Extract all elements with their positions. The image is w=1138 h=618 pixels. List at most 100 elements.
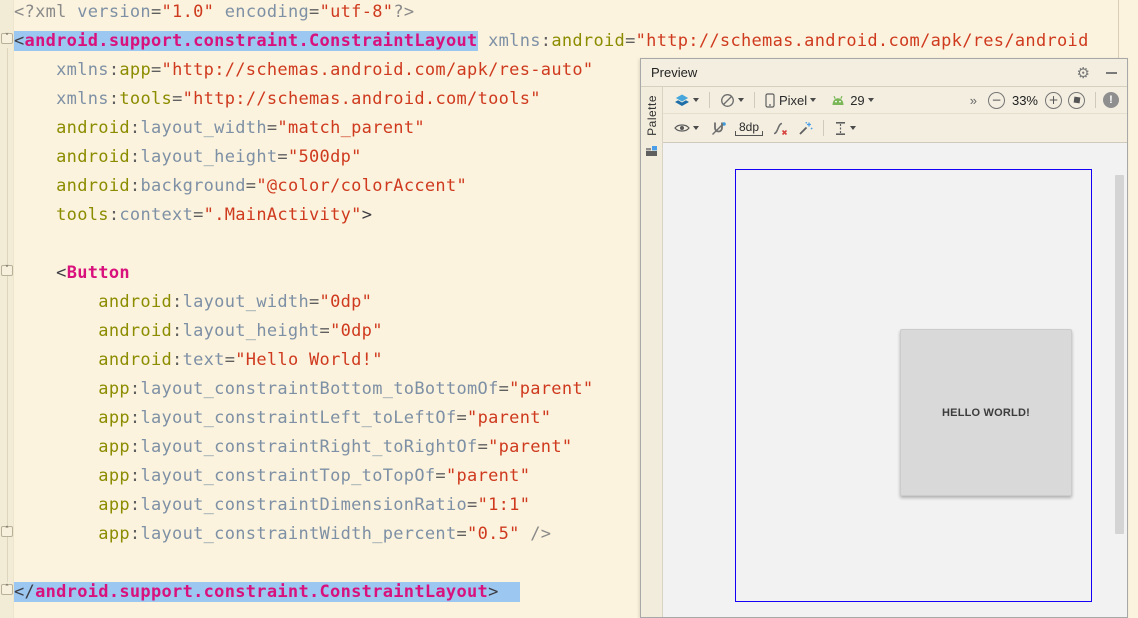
autoconnect-toggle[interactable] — [708, 119, 729, 138]
code-token: version — [77, 2, 151, 22]
code-token: : — [172, 292, 183, 312]
fold-end-icon[interactable]: ˄ — [1, 526, 13, 537]
fold-start-icon[interactable]: ˅ — [1, 33, 13, 44]
code-line[interactable]: <?xml version="1.0" encoding="utf-8"?> — [14, 0, 1138, 27]
preview-canvas[interactable]: HELLO WORLD! — [663, 143, 1127, 617]
code-token: : — [108, 205, 120, 225]
overflow-chevrons-icon[interactable]: » — [970, 93, 977, 108]
code-token: : — [172, 350, 183, 370]
code-token: "0.5" — [467, 524, 520, 544]
editor-gutter[interactable]: ˅ ˅ ˄ ˄ — [0, 0, 14, 618]
design-surface-button[interactable] — [671, 91, 702, 109]
distribute-button[interactable] — [831, 119, 859, 138]
code-token: : — [129, 118, 141, 138]
preview-panel: Preview ⚙ Palette Pixel 29 » − 33% + ! 8… — [640, 58, 1128, 618]
code-token: xmlns — [56, 89, 109, 109]
code-line[interactable]: <android.support.constraint.ConstraintLa… — [14, 27, 1138, 56]
orientation-button[interactable] — [717, 91, 747, 110]
code-token — [498, 582, 520, 602]
fold-line — [7, 48, 8, 582]
phone-device-icon — [765, 92, 775, 108]
code-token: > — [361, 205, 373, 225]
api-level-selector-button[interactable]: 29 — [827, 91, 876, 110]
code-token: = — [309, 2, 320, 22]
panel-title: Preview — [651, 65, 698, 80]
code-token: xmlns — [56, 60, 109, 80]
code-token: android — [98, 292, 173, 312]
zoom-level-label: 33% — [1011, 92, 1038, 108]
code-token: tools — [119, 89, 173, 109]
code-token: layout_width — [140, 118, 267, 138]
distribute-vertical-icon — [836, 121, 846, 135]
code-token: = — [467, 495, 478, 515]
view-options-eye-icon — [674, 124, 690, 132]
code-token: = — [477, 437, 489, 457]
view-options-button[interactable] — [671, 120, 702, 136]
code-token: : — [129, 495, 141, 515]
chevron-down-icon — [850, 126, 857, 130]
zoom-to-fit-button[interactable] — [1068, 91, 1085, 109]
code-token: layout_width — [182, 292, 309, 312]
code-token: android — [56, 118, 130, 138]
code-token: = — [456, 408, 468, 428]
design-surface-layers-icon — [674, 93, 690, 106]
code-token: : — [172, 321, 183, 341]
code-token: "utf-8" — [319, 2, 394, 22]
code-token: "http://schemas.android.com/apk/res-auto… — [161, 60, 594, 80]
clear-constraints-button[interactable] — [769, 119, 791, 138]
constraint-layout-preview[interactable]: HELLO WORLD! — [735, 169, 1092, 602]
code-token: : — [540, 31, 552, 51]
code-token: "0dp" — [319, 292, 373, 312]
chevron-down-icon — [693, 126, 699, 130]
code-token: = — [498, 379, 510, 399]
code-token: "parent" — [445, 466, 531, 486]
toolbar-separator — [754, 92, 755, 108]
code-token: : — [108, 60, 120, 80]
right-margin-guide — [1118, 0, 1119, 58]
default-margins-button[interactable]: 8dp — [735, 120, 764, 136]
preview-toolbar-design: 8dp — [663, 114, 1127, 143]
code-token: android.support.constraint.ConstraintLay… — [35, 582, 489, 602]
code-token: = — [319, 321, 331, 341]
code-token: "parent" — [509, 379, 594, 399]
fold-start-icon[interactable]: ˅ — [1, 265, 13, 276]
code-token: > — [488, 582, 499, 602]
code-token: background — [140, 176, 246, 196]
palette-tab[interactable]: Palette — [641, 87, 663, 617]
hello-world-button[interactable]: HELLO WORLD! — [900, 329, 1072, 496]
code-token: = — [625, 31, 636, 51]
code-token: "1.0" — [161, 2, 215, 22]
code-token: app — [119, 60, 151, 80]
code-token: : — [129, 466, 141, 486]
infer-constraints-button[interactable] — [795, 119, 816, 138]
code-token: </ — [14, 582, 36, 602]
warning-icon[interactable]: ! — [1103, 92, 1119, 108]
code-token: tools — [56, 205, 109, 225]
code-token: "parent" — [488, 437, 573, 457]
code-token: = — [266, 118, 278, 138]
fold-end-icon[interactable]: ˄ — [1, 584, 13, 595]
code-token: layout_constraintLeft_toLeftOf — [140, 408, 457, 428]
code-token: layout_height — [140, 147, 278, 167]
code-token: : — [108, 89, 120, 109]
device-selector-button[interactable]: Pixel — [762, 91, 819, 110]
code-token: = — [277, 147, 288, 167]
code-token: android — [56, 176, 130, 196]
code-token: android — [56, 147, 130, 167]
zoom-out-button[interactable]: − — [987, 91, 1005, 109]
code-token: "1:1" — [477, 495, 531, 515]
code-token: layout_constraintDimensionRatio — [140, 495, 468, 515]
code-token: : — [129, 524, 141, 544]
minimize-icon[interactable] — [1106, 71, 1117, 74]
gear-icon[interactable]: ⚙ — [1077, 64, 1090, 82]
zoom-in-button[interactable]: + — [1045, 91, 1062, 109]
canvas-scrollbar[interactable] — [1115, 175, 1124, 534]
